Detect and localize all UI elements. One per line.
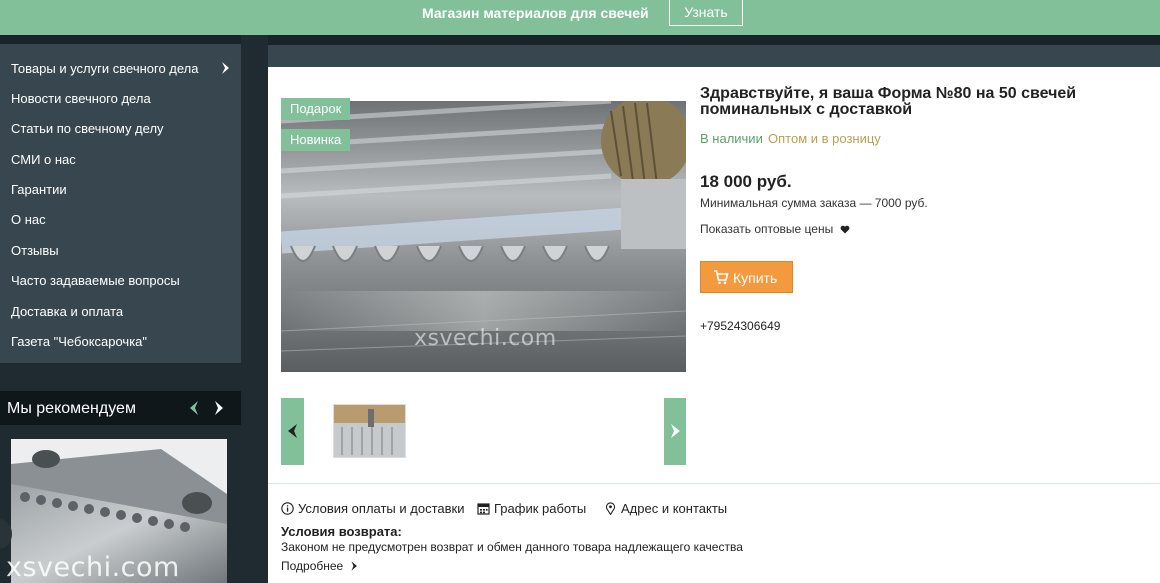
sidebar-item-reviews[interactable]: Отзывы xyxy=(11,243,59,259)
gallery-prev-button[interactable] xyxy=(281,398,304,465)
promo-banner: Магазин материалов для свечей Узнать xyxy=(0,0,1160,35)
recommend-watermark: xsvechi.com xyxy=(6,552,180,583)
banner-title: Магазин материалов для свечей xyxy=(422,5,649,21)
sidebar-item-news[interactable]: Новости свечного дела xyxy=(11,91,151,107)
divider xyxy=(268,483,1160,484)
recommend-header: Мы рекомендуем xyxy=(0,391,241,425)
chevron-right-icon xyxy=(351,561,357,571)
sidebar-item-goods[interactable]: Товары и услуги свечного дела xyxy=(11,61,199,77)
right-strip xyxy=(268,35,1160,45)
map-pin-icon xyxy=(605,502,616,515)
chevron-left-icon[interactable] xyxy=(187,400,201,416)
min-order-note: Минимальная сумма заказа — 7000 руб. xyxy=(700,196,928,210)
recommend-title: Мы рекомендуем xyxy=(7,400,136,417)
buy-label: Купить xyxy=(733,270,778,286)
chevron-left-icon xyxy=(288,424,297,438)
phone-number[interactable]: +79524306649 xyxy=(700,319,780,334)
chevron-right-icon[interactable] xyxy=(220,61,232,75)
sidebar-item-newspaper[interactable]: Газета "Чебоксарочка" xyxy=(11,334,147,350)
sidebar-item-faq[interactable]: Часто задаваемые вопросы xyxy=(11,273,180,289)
learn-more-button[interactable]: Узнать xyxy=(669,0,743,26)
availability-status: В наличии xyxy=(700,131,763,146)
chevron-right-icon xyxy=(671,424,680,438)
more-label: Подробнее xyxy=(281,559,344,573)
sidebar-item-delivery[interactable]: Доставка и оплата xyxy=(11,304,123,320)
buy-button[interactable]: Купить xyxy=(700,261,793,293)
breadcrumb-bar xyxy=(268,45,1160,67)
tab-payment-delivery[interactable]: Условия оплаты и доставки xyxy=(281,501,464,517)
sale-type: Оптом и в розницу xyxy=(768,131,881,146)
gallery-next-button[interactable] xyxy=(664,398,686,465)
info-icon xyxy=(281,502,294,515)
tab-payment-label: Условия оплаты и доставки xyxy=(298,501,465,516)
gallery-thumbnail[interactable] xyxy=(333,404,406,458)
gift-badge: Подарок xyxy=(281,98,351,120)
calendar-icon xyxy=(477,503,490,515)
returns-text: Законом не предусмотрен возврат и обмен … xyxy=(281,540,743,554)
product-title: Здравствуйте, я ваша Форма №80 на 50 све… xyxy=(700,85,1077,118)
chevron-right-icon[interactable] xyxy=(212,400,226,416)
sidebar-item-media[interactable]: СМИ о нас xyxy=(11,152,76,168)
heart-icon xyxy=(840,225,849,234)
left-strip xyxy=(0,35,241,44)
tab-schedule[interactable]: График работы xyxy=(477,501,586,517)
photo-watermark: xsvechi.com xyxy=(414,326,557,351)
cart-icon xyxy=(714,270,729,285)
more-link[interactable]: Подробнее xyxy=(281,559,358,574)
show-wholesale-prices-link[interactable]: Показать оптовые цены xyxy=(700,222,850,237)
sidebar-item-articles[interactable]: Статьи по свечному делу xyxy=(11,121,164,137)
returns-title: Условия возврата: xyxy=(281,524,402,539)
tab-schedule-label: График работы xyxy=(494,501,587,516)
sidebar-item-about[interactable]: О нас xyxy=(11,212,46,228)
sidebar-item-guarantees[interactable]: Гарантии xyxy=(11,182,67,198)
tab-address[interactable]: Адрес и контакты xyxy=(604,501,727,517)
wholesale-prices-label: Показать оптовые цены xyxy=(700,222,834,236)
product-price: 18 000 руб. xyxy=(700,172,792,191)
new-badge: Новинка xyxy=(281,129,351,151)
tab-address-label: Адрес и контакты xyxy=(621,501,728,516)
